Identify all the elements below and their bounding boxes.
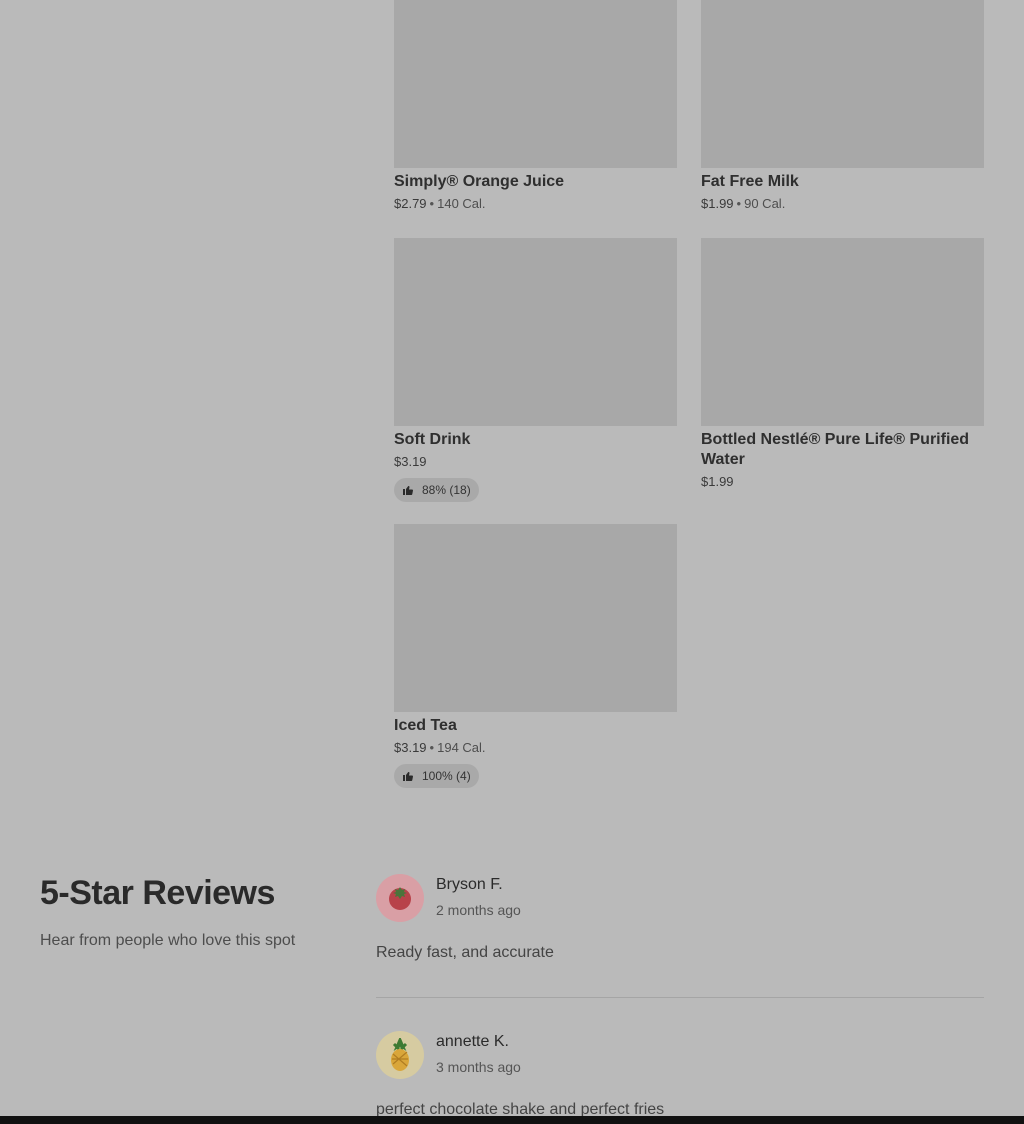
menu-item-card[interactable]: Soft Drink $3.19 88% (18) xyxy=(394,238,677,502)
review-date: 2 months ago xyxy=(436,902,521,918)
menu-item-image xyxy=(394,238,677,426)
bottom-bar xyxy=(0,1116,1024,1124)
rating-badge: 100% (4) xyxy=(394,764,479,788)
meta-separator: • xyxy=(429,196,435,211)
pineapple-icon xyxy=(391,1038,409,1071)
menu-item-name: Iced Tea xyxy=(394,717,457,734)
avatar xyxy=(376,1031,424,1079)
menu-item-calories: 90 Cal. xyxy=(744,196,786,211)
review-author: Bryson F. xyxy=(436,876,503,893)
menu-item-card[interactable]: Simply® Orange Juice $2.79 • 140 Cal. xyxy=(394,0,677,212)
menu-item-card[interactable]: Iced Tea $3.19 • 194 Cal. 100% (4) xyxy=(394,524,677,788)
menu-item-calories: 140 Cal. xyxy=(437,196,486,211)
review-author: annette K. xyxy=(436,1033,509,1050)
reviews-section-title: 5-Star Reviews xyxy=(40,874,275,912)
reviews-section-subtitle: Hear from people who love this spot xyxy=(40,932,296,949)
menu-item-card[interactable]: Bottled Nestlé® Pure Life® Purified Wate… xyxy=(701,238,984,490)
menu-item-meta: $1.99 • 90 Cal. xyxy=(701,196,984,212)
menu-item-meta: $3.19 • 194 Cal. xyxy=(394,740,677,756)
rating-badge: 88% (18) xyxy=(394,478,479,502)
meta-separator: • xyxy=(429,740,435,755)
menu-item-calories: 194 Cal. xyxy=(437,740,486,755)
menu-item-image xyxy=(701,0,984,168)
menu-item-price: $1.99 xyxy=(701,474,734,489)
rating-text: 100% (4) xyxy=(422,769,471,783)
menu-item-meta: $1.99 xyxy=(701,474,984,490)
menu-item-price: $3.19 xyxy=(394,740,427,755)
menu-item-meta: $3.19 xyxy=(394,454,677,470)
menu-item-card[interactable]: Fat Free Milk $1.99 • 90 Cal. xyxy=(701,0,984,212)
menu-item-price: $3.19 xyxy=(394,454,427,469)
rating-text: 88% (18) xyxy=(422,483,471,497)
menu-item-name: Bottled Nestlé® Pure Life® Purified Wate… xyxy=(701,431,970,468)
menu-item-image xyxy=(394,0,677,168)
review-date: 3 months ago xyxy=(436,1059,521,1075)
menu-item-meta: $2.79 • 140 Cal. xyxy=(394,196,677,212)
menu-item-image xyxy=(394,524,677,712)
menu-item-name: Fat Free Milk xyxy=(701,173,799,190)
review-divider xyxy=(376,997,984,998)
tomato-icon xyxy=(389,887,411,910)
menu-item-price: $2.79 xyxy=(394,196,427,211)
menu-item-name: Soft Drink xyxy=(394,431,471,448)
avatar xyxy=(376,874,424,922)
menu-item-name: Simply® Orange Juice xyxy=(394,173,565,190)
thumbs-up-icon xyxy=(403,486,413,496)
menu-item-image xyxy=(701,238,984,426)
menu-item-price: $1.99 xyxy=(701,196,734,211)
meta-separator: • xyxy=(736,196,742,211)
thumbs-up-icon xyxy=(403,772,413,782)
review-text: Ready fast, and accurate xyxy=(376,944,554,961)
